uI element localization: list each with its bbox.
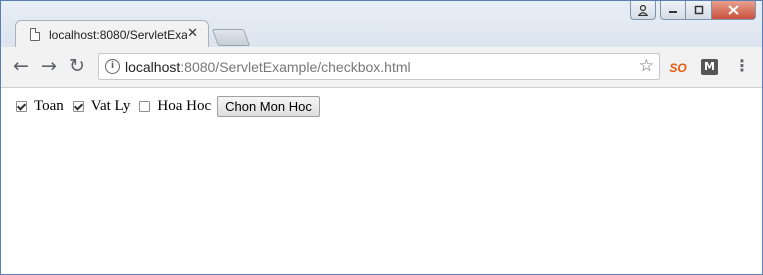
url-host: localhost [125, 59, 181, 75]
window-controls [630, 1, 756, 21]
user-icon[interactable] [630, 1, 656, 20]
info-icon[interactable]: i [105, 59, 120, 74]
checkbox-toan[interactable] [16, 101, 27, 112]
address-bar[interactable]: i localhost:8080/ServletExample/checkbox… [98, 53, 660, 80]
reload-button[interactable]: ↻ [67, 56, 87, 76]
checkbox-label-hoa-hoc: Hoa Hoc [157, 98, 212, 114]
page-icon [30, 28, 40, 41]
title-bar: localhost:8080/ServletExample/checkbox.h… [1, 1, 762, 49]
checkbox-vat-ly[interactable] [72, 101, 84, 112]
browser-window: localhost:8080/ServletExample/checkbox.h… [0, 0, 763, 275]
new-tab-button[interactable] [211, 29, 251, 46]
page-content: Toan Vat Ly Hoa Hoc Chon Mon Hoc [1, 88, 762, 274]
tab-title: localhost:8080/ServletExample/checkbox.h… [49, 28, 187, 42]
checkbox-label-vat-ly: Vat Ly [90, 98, 131, 114]
url-path: :8080/ServletExample/checkbox.html [180, 59, 411, 75]
checkbox-label-toan: Toan [34, 98, 64, 114]
menu-icon[interactable]: ⋮ [734, 56, 750, 76]
subject-form: Toan Vat Ly Hoa Hoc Chon Mon Hoc [9, 96, 320, 117]
tab-close-icon[interactable]: ✕ [187, 26, 198, 41]
so-extension-icon[interactable]: SO [669, 59, 687, 77]
browser-tab[interactable]: localhost:8080/ServletExample/checkbox.h… [15, 20, 209, 49]
forward-button[interactable]: → [39, 56, 59, 76]
checkbox-hoa-hoc[interactable] [139, 101, 151, 112]
close-icon[interactable] [712, 1, 756, 20]
maximize-icon[interactable] [686, 1, 712, 20]
minimize-icon[interactable] [660, 1, 686, 20]
bookmark-star-icon[interactable]: ☆ [639, 56, 654, 76]
url-text[interactable]: localhost:8080/ServletExample/checkbox.h… [125, 59, 411, 75]
m-extension-icon[interactable]: M [701, 59, 718, 75]
back-button[interactable]: ← [11, 56, 31, 76]
browser-toolbar: ← → ↻ i localhost:8080/ServletExample/ch… [1, 47, 762, 88]
submit-button[interactable]: Chon Mon Hoc [217, 96, 320, 117]
